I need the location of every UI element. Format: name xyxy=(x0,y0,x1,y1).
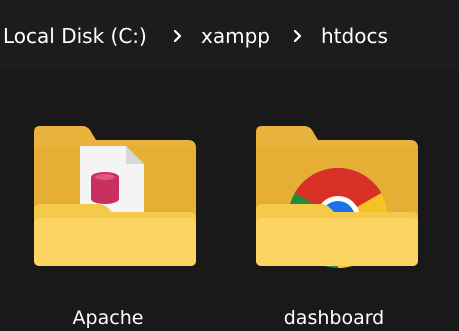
folder-item-dashboard[interactable]: dashboard xyxy=(234,110,434,331)
folder-with-chrome-icon xyxy=(256,126,418,268)
folder-name-dashboard: dashboard xyxy=(283,307,385,329)
chevron-right-icon[interactable] xyxy=(171,29,185,43)
folder-item-apache[interactable]: Apache xyxy=(8,110,208,331)
breadcrumb-item-local-disk[interactable]: Local Disk (C:) xyxy=(3,24,147,48)
file-explorer-window: Local Disk (C:) xampp htdocs Apache dash… xyxy=(0,0,459,331)
chevron-right-icon[interactable] xyxy=(291,29,305,43)
folder-name-apache: Apache xyxy=(72,307,144,329)
breadcrumb-item-xampp[interactable]: xampp xyxy=(201,24,270,48)
folder-with-document-icon xyxy=(34,126,196,266)
breadcrumb-item-htdocs[interactable]: htdocs xyxy=(321,24,388,48)
breadcrumb: Local Disk (C:) xampp htdocs xyxy=(0,0,459,70)
